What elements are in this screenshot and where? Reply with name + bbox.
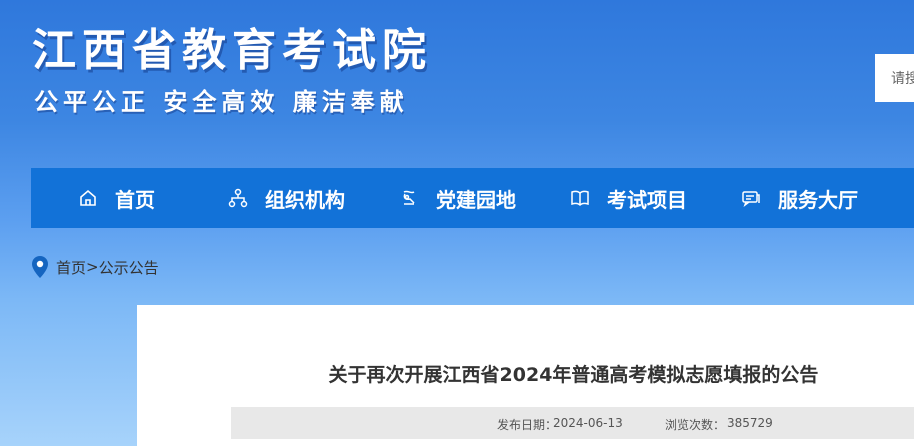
site-slogan: 公平公正 安全高效 廉洁奉献: [34, 88, 409, 116]
publish-date: 2024-06-13: [553, 416, 623, 430]
article-title: 关于再次开展江西省2024年普通高考模拟志愿填报的公告: [328, 364, 819, 386]
nav-item-party-building[interactable]: 党建园地: [399, 168, 516, 228]
nav-item-organization[interactable]: 组织机构: [228, 168, 345, 228]
site-title[interactable]: 江西省教育考试院: [32, 14, 432, 78]
breadcrumb-home-link[interactable]: 首页: [56, 257, 86, 278]
nav-item-exam-projects[interactable]: 考试项目: [570, 168, 687, 228]
chat-service-icon: [742, 191, 760, 208]
nav-item-label: 党建园地: [436, 187, 516, 212]
nav-item-label: 组织机构: [265, 187, 345, 212]
site-header: 江西省教育考试院 公平公正 安全高效 廉洁奉献: [0, 0, 914, 160]
nav-item-service-hall[interactable]: 服务大厅: [741, 168, 858, 228]
location-pin-icon: [32, 256, 48, 278]
publish-date-label: 发布日期：: [497, 418, 558, 432]
breadcrumb-separator: >: [86, 258, 99, 276]
search-input[interactable]: [875, 54, 914, 102]
org-chart-icon: [228, 188, 248, 208]
party-building-icon: [403, 190, 415, 205]
breadcrumb: 首页 > 公示公告: [31, 254, 159, 280]
article-panel: 关于再次开展江西省2024年普通高考模拟志愿填报的公告 发布日期： 2024-0…: [137, 305, 914, 446]
article-meta-bar: 发布日期： 2024-06-13 浏览次数： 385729: [231, 407, 914, 439]
main-nav: 首页 组织机构 党建园地 考试项目 服务大厅: [31, 168, 914, 228]
nav-item-label: 考试项目: [607, 187, 687, 212]
view-count-label: 浏览次数：: [665, 418, 726, 432]
nav-item-home[interactable]: 首页: [78, 168, 155, 228]
book-icon: [571, 190, 589, 207]
nav-item-label: 首页: [115, 187, 155, 212]
home-icon: [80, 189, 96, 206]
view-count: 385729: [727, 416, 773, 430]
breadcrumb-current-link[interactable]: 公示公告: [99, 257, 159, 278]
nav-item-label: 服务大厅: [778, 187, 858, 212]
search-box[interactable]: [875, 54, 914, 102]
